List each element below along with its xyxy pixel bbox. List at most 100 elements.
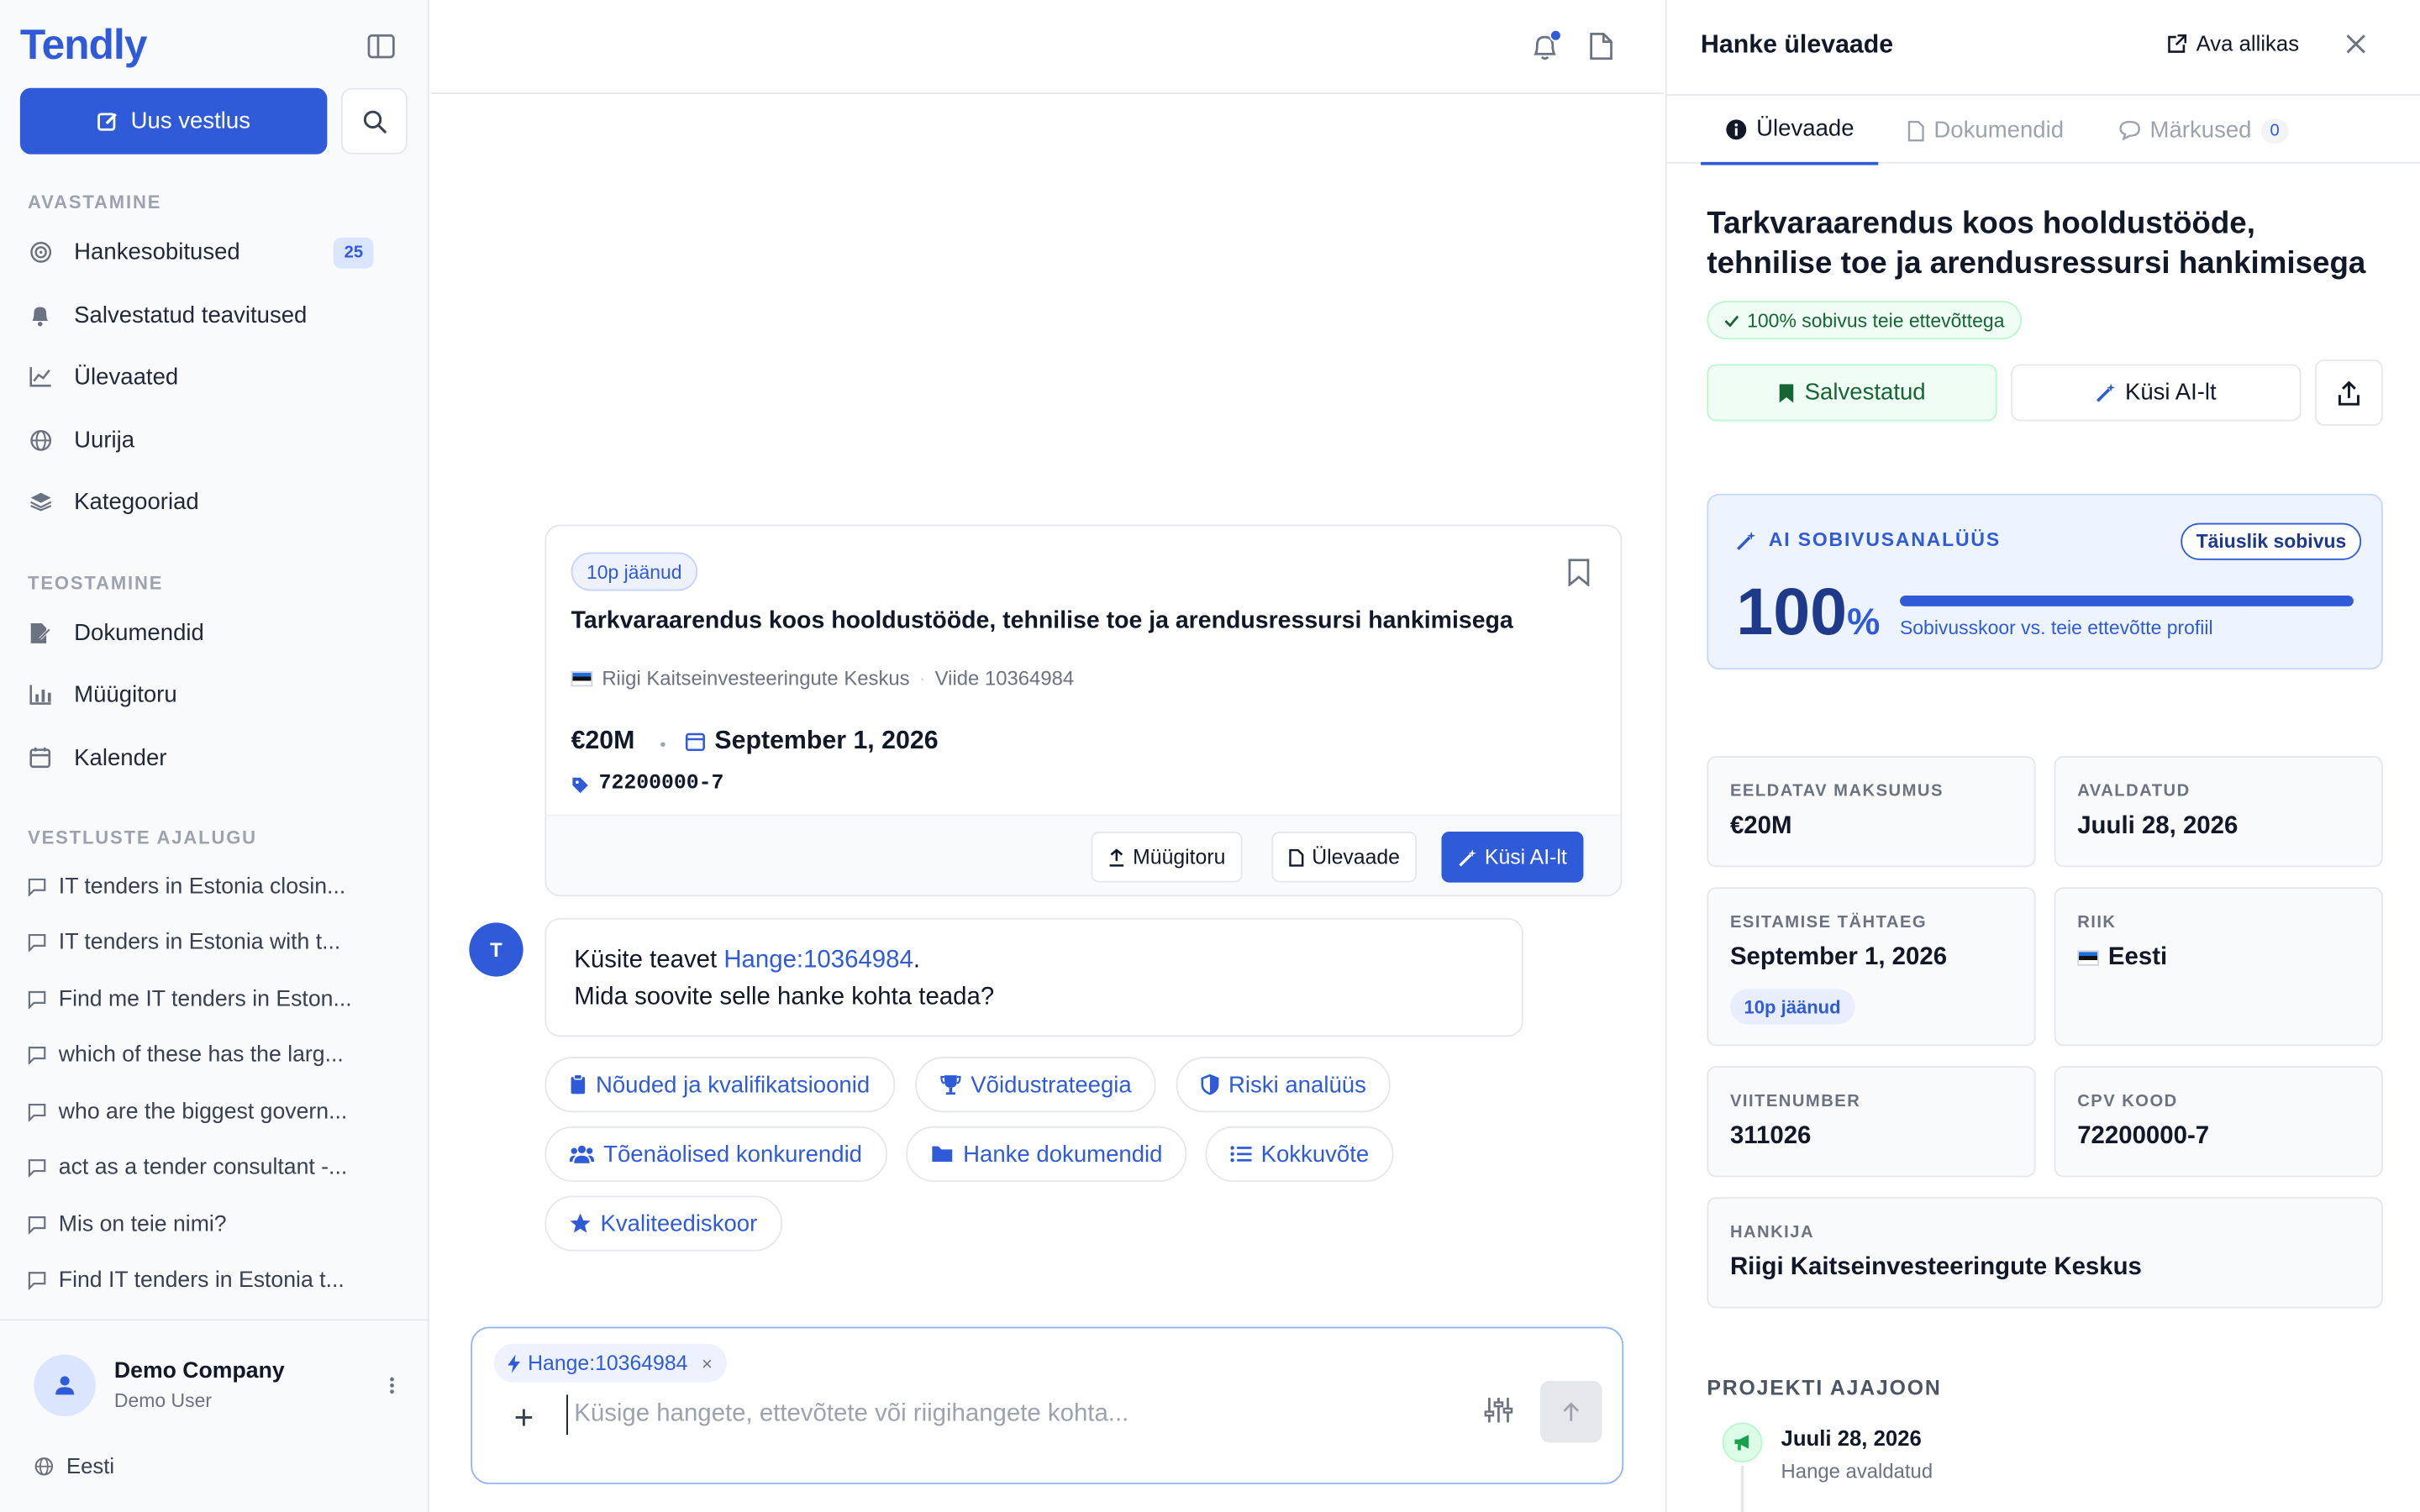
- history-item[interactable]: IT tenders in Estonia with t...: [0, 920, 429, 966]
- attach-plus-icon[interactable]: +: [514, 1398, 534, 1438]
- more-vertical-icon[interactable]: [383, 1373, 402, 1398]
- file-icon: [1289, 848, 1304, 866]
- sidebar-item-pipeline[interactable]: Müügitoru: [0, 666, 429, 722]
- tab-notes[interactable]: Märkused 0: [2119, 96, 2289, 165]
- suggestion-label: Kokkuvõte: [1260, 1141, 1370, 1168]
- overview-button[interactable]: Ülevaade: [1271, 831, 1418, 883]
- context-tag-label: Hange:10364984: [528, 1351, 688, 1375]
- tender-title: Tarkvaraarendus koos hooldustööde, tehni…: [1707, 207, 2366, 281]
- history-item-label: IT tenders in Estonia with t...: [58, 930, 341, 955]
- message-prefix: Küsite teavet: [574, 947, 718, 974]
- user-area: Demo Company Demo User Eesti: [0, 1319, 429, 1512]
- history-item-label: Find IT tenders in Estonia t...: [58, 1268, 345, 1294]
- history-item[interactable]: which of these has the larg...: [0, 1032, 429, 1079]
- history-item[interactable]: act as a tender consultant -...: [0, 1145, 429, 1191]
- close-icon[interactable]: [2346, 34, 2368, 55]
- upload-icon: [1109, 848, 1124, 866]
- tab-overview[interactable]: Ülevaade: [1701, 96, 1879, 165]
- suggestion-label: Hanke dokumendid: [963, 1141, 1163, 1168]
- org-name: Riigi Kaitseinvesteeringute Keskus: [602, 666, 910, 690]
- tender-reference-link[interactable]: Hange:10364984: [723, 948, 913, 974]
- file-edit-icon: [28, 620, 52, 644]
- sidebar-item-explorer[interactable]: Uurija: [0, 412, 429, 467]
- suggestion-competitors[interactable]: Tõenäolised konkurendid: [544, 1126, 887, 1182]
- sidebar-item-saved-alerts[interactable]: Salvestatud teavitused: [0, 287, 429, 343]
- edit-icon: [97, 112, 117, 130]
- send-button[interactable]: [1540, 1380, 1602, 1443]
- add-to-pipeline-button[interactable]: Müügitoru: [1091, 831, 1243, 883]
- share-button[interactable]: [2315, 359, 2383, 426]
- suggestion-label: Tõenäolised konkurendid: [603, 1141, 863, 1168]
- tab-label: Märkused: [2149, 117, 2252, 144]
- sidebar-item-label: Hankesobitused: [74, 238, 240, 265]
- sidebar-item-calendar[interactable]: Kalender: [0, 730, 429, 785]
- chart-line-icon: [28, 364, 52, 388]
- suggestion-quality-score[interactable]: Kvaliteediskoor: [544, 1195, 782, 1252]
- star-icon: [570, 1213, 591, 1233]
- magic-wand-icon: [2096, 383, 2115, 402]
- history-item[interactable]: who are the biggest govern...: [0, 1089, 429, 1136]
- suggestion-risk-analysis[interactable]: Riski analüüs: [1176, 1057, 1392, 1113]
- sidebar-item-documents[interactable]: Dokumendid: [0, 605, 429, 660]
- pipeline-label: Müügitoru: [1133, 845, 1226, 869]
- search-button[interactable]: [340, 87, 408, 155]
- tender-cpv: 72200000-7: [571, 773, 723, 796]
- history-item[interactable]: Find IT tenders in Estonia t...: [0, 1257, 429, 1304]
- saved-button[interactable]: Salvestatud: [1707, 364, 1997, 422]
- suggestion-documents[interactable]: Hanke dokumendid: [906, 1126, 1187, 1182]
- remove-tag-icon[interactable]: ×: [702, 1352, 713, 1374]
- megaphone-icon: [1722, 1422, 1763, 1463]
- document-button[interactable]: [1590, 33, 1618, 64]
- chat-bubble-icon: [28, 1158, 46, 1178]
- field-value: 311026: [1729, 1123, 1812, 1150]
- chat-bubble-icon: [28, 1103, 46, 1122]
- history-item[interactable]: Find me IT tenders in Eston...: [0, 977, 429, 1023]
- history-item[interactable]: Mis on teie nimi?: [0, 1202, 429, 1248]
- field-country: RIIK Eesti: [2054, 887, 2383, 1047]
- tender-title[interactable]: Tarkvaraarendus koos hooldustööde, tehni…: [571, 608, 1513, 636]
- history-item[interactable]: IT tenders in Estonia closin...: [0, 864, 429, 911]
- new-chat-button[interactable]: Uus vestlus: [19, 87, 328, 155]
- language-selector[interactable]: Eesti: [34, 1453, 114, 1478]
- score-percent: %: [1847, 601, 1881, 643]
- suggestion-win-strategy[interactable]: Võidustrateegia: [915, 1057, 1157, 1113]
- bookmark-icon[interactable]: [1568, 559, 1592, 588]
- tender-ref: Viide 10364984: [934, 666, 1075, 690]
- field-label: CPV KOOD: [2077, 1092, 2178, 1111]
- sidebar-collapse-icon[interactable]: [364, 31, 397, 62]
- sidebar-item-label: Dokumendid: [74, 619, 204, 646]
- external-link-icon: [2168, 34, 2187, 52]
- field-value: Juuli 28, 2026: [2077, 812, 2238, 840]
- suggestion-requirements[interactable]: Nõuded ja kvalifikatsioonid: [544, 1057, 895, 1113]
- bell-icon: [28, 302, 52, 327]
- calendar-icon: [685, 732, 705, 752]
- open-source-link[interactable]: Ava allikas: [2167, 31, 2299, 55]
- tab-documents[interactable]: Dokumendid: [1907, 96, 2064, 165]
- panel-tabs: Ülevaade Dokumendid Märkused 0: [1666, 94, 2420, 165]
- sliders-icon[interactable]: [1483, 1396, 1514, 1427]
- ask-ai-button[interactable]: Küsi AI-lt: [1441, 831, 1584, 883]
- sidebar-item-categories[interactable]: Kategooriad: [0, 474, 429, 529]
- tag-icon: [572, 776, 588, 793]
- notifications-button[interactable]: [1531, 29, 1562, 64]
- sidebar-item-matches[interactable]: Hankesobitused 25: [0, 223, 429, 279]
- ask-ai-button[interactable]: Küsi AI-lt: [2011, 364, 2302, 422]
- sidebar-item-insights[interactable]: Ülevaated: [0, 349, 429, 404]
- context-tag[interactable]: Hange:10364984 ×: [493, 1343, 727, 1383]
- suggestion-label: Kvaliteediskoor: [600, 1210, 758, 1237]
- tender-card[interactable]: 10p jäänud Tarkvaraarendus koos hooldust…: [544, 524, 1623, 897]
- sidebar: Tendly Uus vestlus AVASTAMINE Hankesobit…: [0, 0, 429, 1512]
- separator-dot: [660, 742, 666, 747]
- sidebar-item-label: Müügitoru: [74, 680, 177, 708]
- match-progress-bar: [1899, 595, 2354, 606]
- sidebar-item-label: Kategooriad: [74, 488, 199, 515]
- chat-input[interactable]: [566, 1394, 1431, 1436]
- field-label: ESITAMISE TÄHTAEG: [1729, 913, 1928, 932]
- chat-bubble-icon: [28, 1046, 46, 1065]
- field-estimated-value: EELDATAV MAKSUMUS €20M: [1707, 755, 2036, 868]
- field-value: €20M: [1729, 812, 1792, 840]
- suggestion-summary[interactable]: Kokkuvõte: [1205, 1126, 1394, 1182]
- share-icon: [2338, 380, 2360, 405]
- field-published: AVALDATUD Juuli 28, 2026: [2054, 755, 2383, 868]
- avatar[interactable]: [34, 1354, 96, 1417]
